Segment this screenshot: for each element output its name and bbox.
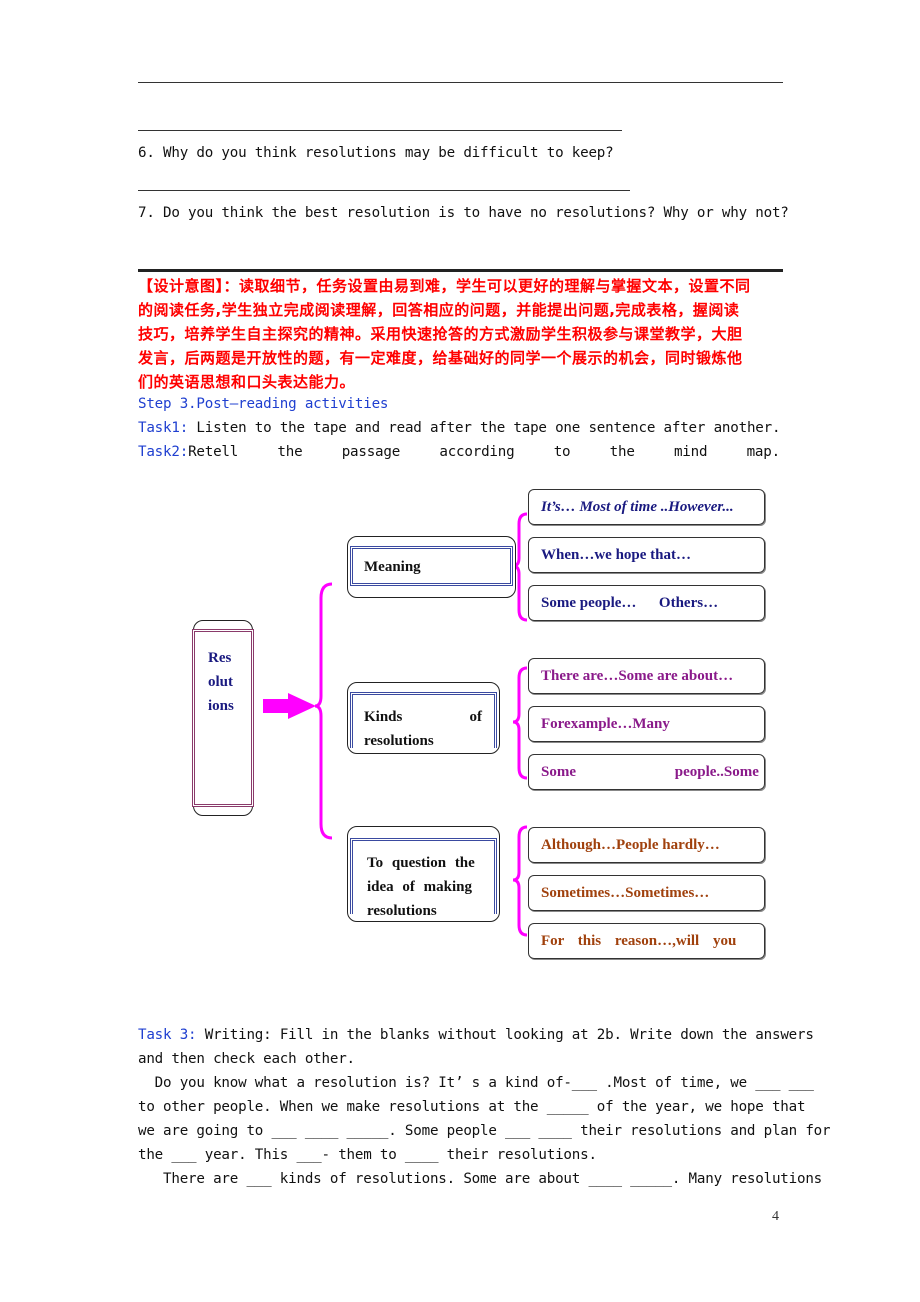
branch-label: Kinds bbox=[364, 709, 403, 725]
leaf-node: For this reason…,will you bbox=[528, 923, 765, 959]
leaf-node: It’s… Most of time ..However... bbox=[528, 489, 765, 525]
leaf-node: Although…People hardly… bbox=[528, 827, 765, 863]
fill-blank-line: There are ___ kinds of resolutions. Some… bbox=[138, 1171, 823, 1187]
branch-node-meaning: Meaning bbox=[347, 536, 516, 598]
fill-blank-line: the ___ year. This ___- them to ____ the… bbox=[138, 1147, 597, 1163]
leaf-node: When…we hope that… bbox=[528, 537, 765, 573]
root-label: ions bbox=[208, 698, 234, 714]
branch-brace bbox=[512, 666, 528, 780]
main-brace bbox=[314, 582, 333, 840]
branch-label: To question the bbox=[367, 855, 475, 871]
task3: Task 3: Writing: Fill in the blanks with… bbox=[138, 1023, 831, 1191]
leaf-node: Sometimes…Sometimes… bbox=[528, 875, 765, 911]
page-number: 4 bbox=[772, 1209, 779, 1224]
leaf-node: There are…Some are about… bbox=[528, 658, 765, 694]
arrow-right-icon bbox=[263, 693, 316, 719]
fill-blank-line: Do you know what a resolution is? It’ s … bbox=[138, 1075, 814, 1091]
leaf-node: Forexample…Many bbox=[528, 706, 765, 742]
fill-blank-line: we are going to ___ ____ _____. Some peo… bbox=[138, 1123, 831, 1139]
leaf-node: Some people..Some bbox=[528, 754, 765, 790]
root-node: Res olut ions bbox=[192, 620, 254, 816]
branch-node-kinds: Kinds of resolutions bbox=[347, 682, 500, 754]
fill-blank-line: to other people. When we make resolution… bbox=[138, 1099, 806, 1115]
branch-label: Meaning bbox=[364, 559, 421, 575]
root-label: Res bbox=[208, 650, 232, 666]
root-label: olut bbox=[208, 674, 234, 690]
branch-node-question: To question the idea of making resolutio… bbox=[347, 826, 500, 922]
leaf-node: Some people… Others… bbox=[528, 585, 765, 621]
branch-brace bbox=[512, 825, 528, 937]
task3-label: Task 3: bbox=[138, 1027, 197, 1043]
